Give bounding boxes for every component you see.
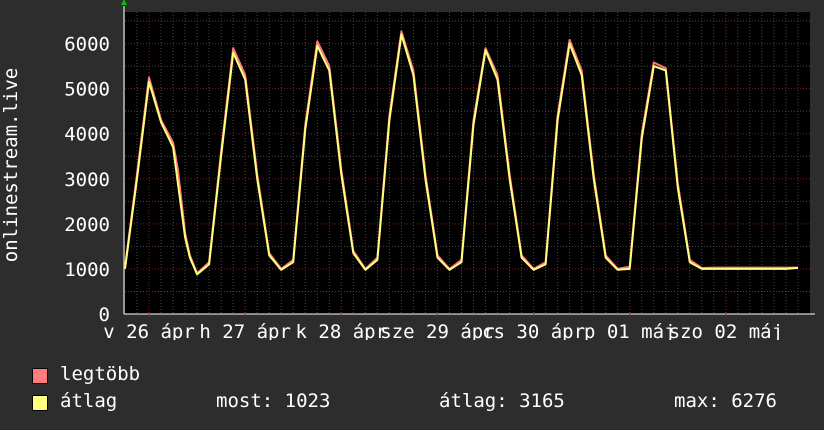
y-tick-label: 1000 bbox=[64, 259, 110, 281]
legend-label-avg: átlag bbox=[60, 390, 118, 412]
y-tick-label: 5000 bbox=[64, 79, 110, 101]
x-tick-label: k 28 ápr bbox=[296, 321, 388, 340]
y-axis-arrow bbox=[121, 0, 127, 5]
legend-row-avg: átlag most: 1023 átlag: 3165 max: 6276 bbox=[32, 390, 812, 414]
stat-now: most: 1023 bbox=[216, 390, 331, 412]
x-tick-label: p 01 máj bbox=[584, 321, 676, 340]
y-tick-label: 3000 bbox=[64, 169, 110, 191]
legend-swatch-max bbox=[32, 368, 48, 384]
x-tick-label: h 27 ápr bbox=[199, 321, 291, 340]
x-tick-label: szo 02 máj bbox=[669, 321, 783, 340]
x-tick-label: v 26 ápr bbox=[103, 321, 195, 340]
y-tick-label: 2000 bbox=[64, 214, 110, 236]
y-tick-label: 6000 bbox=[64, 34, 110, 56]
stat-avg: átlag: 3165 bbox=[439, 390, 565, 412]
x-tick-label: cs 30 ápr bbox=[482, 321, 585, 340]
y-tick-label: 4000 bbox=[64, 124, 110, 146]
stat-max: max: 6276 bbox=[674, 390, 777, 412]
y-axis-label: onlinestream.live bbox=[0, 68, 22, 262]
chart: 0100020003000400050006000v 26 ápr h 27 áp… bbox=[0, 0, 815, 340]
legend-label-max: legtöbb bbox=[60, 363, 141, 385]
x-tick-label: sze 29 ápr bbox=[380, 321, 494, 340]
legend-swatch-avg bbox=[32, 395, 48, 411]
